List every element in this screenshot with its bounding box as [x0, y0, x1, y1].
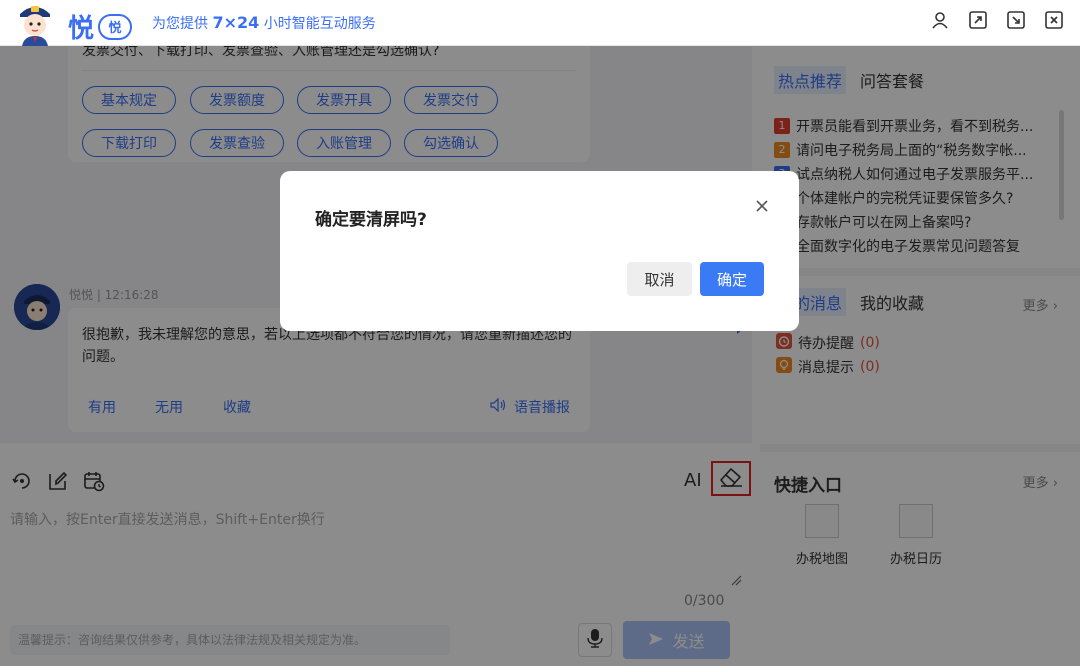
- brand-char: 悦: [68, 14, 95, 44]
- tagline-prefix: 为您提供: [152, 16, 213, 32]
- brand-badge: 悦: [98, 13, 133, 40]
- dialog-title: 确定要清屏吗?: [315, 210, 427, 230]
- app-header: 悦 悦 为您提供 7×24 小时智能互动服务: [0, 0, 1080, 46]
- close-icon[interactable]: [1044, 10, 1064, 30]
- modal-overlay[interactable]: [0, 46, 1080, 666]
- confirm-button[interactable]: 确定: [700, 262, 764, 296]
- minimize-icon[interactable]: [1006, 10, 1026, 30]
- tagline-hours: 7×24: [212, 13, 260, 32]
- service-tagline: 为您提供 7×24 小时智能互动服务: [152, 13, 376, 33]
- expand-icon[interactable]: [968, 10, 988, 30]
- tagline-suffix: 小时智能互动服务: [259, 16, 376, 32]
- close-icon[interactable]: [753, 197, 771, 215]
- mascot-logo: [14, 0, 56, 46]
- cancel-button[interactable]: 取消: [627, 262, 692, 296]
- clear-screen-dialog: 确定要清屏吗? 取消 确定: [280, 171, 799, 331]
- brand-logo: 悦 悦: [68, 8, 133, 45]
- user-icon[interactable]: [930, 10, 950, 30]
- window-controls: [930, 10, 1064, 30]
